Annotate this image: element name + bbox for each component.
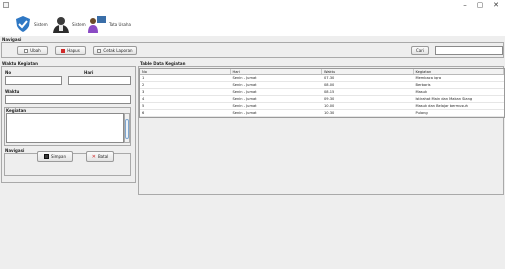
shield-check-icon [16,16,30,32]
cell-kegiatan: Istirahat Main dan Makan Siang [415,97,473,101]
table-row[interactable]: 3 Senin - Jumat 08.15 Masuk [140,89,504,96]
table-row[interactable]: 1 Senin - Jumat 07.30 Membaca iqra [140,75,504,82]
search-input[interactable] [435,46,503,55]
cell-no: 1 [142,76,145,80]
cell-hari: Senin - Jumat [232,111,257,115]
cari-button[interactable]: Cari [411,46,429,55]
cell-hari: Senin - Jumat [232,83,257,87]
column-header-kegiatan[interactable]: Kegiatan [414,69,504,74]
kegiatan-textarea[interactable] [6,113,124,143]
no-field[interactable] [5,76,62,85]
cell-no: 4 [142,97,145,101]
cancel-icon: ✕ [91,153,96,160]
cetak-laporan-button[interactable]: Cetak Laporan [93,46,137,55]
app-icon [3,2,9,8]
column-header-no[interactable]: No [140,69,231,74]
hari-field[interactable] [68,76,131,85]
hapus-button[interactable]: Hapus [55,46,86,55]
cell-waktu: 07.30 [324,76,335,80]
cell-waktu: 08.00 [324,83,335,87]
column-header-waktu[interactable]: Waktu [322,69,414,74]
cell-waktu: 08.15 [324,90,335,94]
toolbar-item-sistem[interactable]: Sistem [14,14,48,34]
cell-waktu: 10.30 [324,111,335,115]
cell-no: 5 [142,104,145,108]
cell-no: 2 [142,83,145,87]
close-button[interactable]: ✕ [490,1,502,10]
cell-kegiatan: Masuk [415,90,428,94]
ubah-label: Ubah [30,48,41,53]
cell-waktu: 09.30 [324,97,335,101]
no-label: No [5,70,12,75]
minimize-button[interactable]: – [459,1,471,10]
maximize-button[interactable]: ▢ [474,1,486,10]
teacher-icon [88,16,106,33]
waktu-field[interactable] [5,95,131,104]
edit-icon [24,48,29,53]
table-row[interactable]: 4 Senin - Jumat 09.30 Istirahat Main dan… [140,96,504,103]
simpan-button[interactable]: Simpan [37,151,73,162]
cell-kegiatan: Berbaris [415,83,431,87]
cell-kegiatan: Membaca iqra [415,76,442,80]
table-row[interactable]: 5 Senin - Jumat 10.00 Masuk dan Belajar … [140,103,504,110]
title-bar: – ▢ ✕ [0,0,505,12]
cari-label: Cari [416,48,424,53]
toolbar-label-sistem: Sistem [34,21,48,27]
ubah-button[interactable]: Ubah [17,46,48,55]
print-icon [97,48,102,53]
table-row[interactable]: 2 Senin - Jumat 08.00 Berbaris [140,82,504,89]
table-row[interactable]: 6 Senin - Jumat 10.30 Pulang [140,110,504,117]
cell-hari: Senin - Jumat [232,76,257,80]
toolbar-label-sistem-user: Sistem [72,21,86,27]
simpan-label: Simpan [50,154,67,159]
cell-kegiatan: Masuk dan Belajar bermusuh [415,104,468,108]
cetak-laporan-label: Cetak Laporan [103,48,133,53]
cell-hari: Senin - Jumat [232,104,257,108]
hapus-label: Hapus [67,48,80,53]
cell-no: 3 [142,90,145,94]
batal-button[interactable]: ✕ Batal [86,151,114,162]
hari-label: Hari [84,70,94,75]
scrollbar-thumb[interactable] [125,119,129,139]
kegiatan-scrollbar[interactable] [124,113,130,143]
column-header-hari[interactable]: Hari [231,69,322,74]
user-avatar-icon [53,17,69,33]
toolbar-item-tata-usaha[interactable]: Tata Usaha [87,14,131,34]
toolbar-label-tata-usaha: Tata Usaha [109,21,131,27]
waktu-label: Waktu [5,89,20,94]
save-icon [43,154,49,159]
delete-icon [61,48,66,53]
cell-kegiatan: Pulang [415,111,428,115]
cell-waktu: 10.00 [324,104,335,108]
cell-hari: Senin - Jumat [232,90,257,94]
cell-hari: Senin - Jumat [232,97,257,101]
cell-no: 6 [142,111,145,115]
kegiatan-table: No Hari Waktu Kegiatan 1 Senin - Jumat 0… [139,68,505,118]
toolbar-item-sistem-user[interactable]: Sistem [52,14,86,34]
batal-label: Batal [97,154,109,159]
